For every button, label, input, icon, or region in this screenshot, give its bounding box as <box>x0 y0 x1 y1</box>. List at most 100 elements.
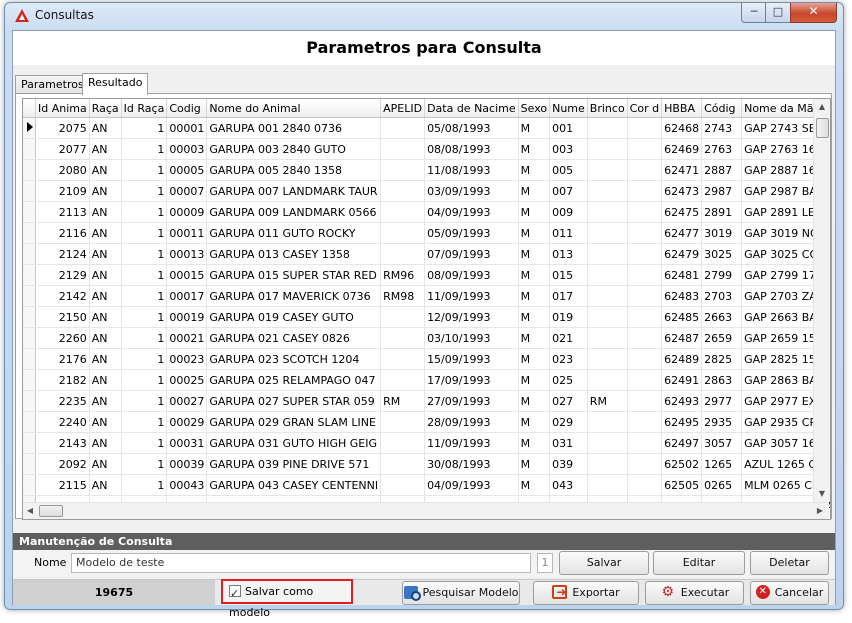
row-selector[interactable] <box>23 411 36 433</box>
column-header[interactable]: Id Raça <box>121 99 168 118</box>
minimize-button[interactable]: ─ <box>741 3 767 23</box>
column-header[interactable]: Cor d <box>627 99 663 118</box>
grid-cell[interactable]: 007 <box>549 180 588 202</box>
grid-cell[interactable]: AN <box>89 390 122 412</box>
grid-cell[interactable] <box>380 348 426 370</box>
grid-cell[interactable]: RM98 <box>380 285 426 307</box>
column-header[interactable]: Data de Nacime <box>424 99 519 118</box>
table-row[interactable]: 2077 AN 1 00003 GARUPA 003 2840 GUTO 08/08/19… <box>23 138 830 160</box>
grid-cell[interactable]: 019 <box>549 306 588 328</box>
table-row[interactable]: 2143 AN 1 00031 GARUPA 031 GUTO HIGH GEIG 11/… <box>23 432 830 454</box>
grid-cell[interactable]: AN <box>89 327 122 349</box>
grid-cell[interactable] <box>587 264 628 286</box>
table-row[interactable]: 2116 AN 1 00011 GARUPA 011 GUTO ROCKY 05/09/1… <box>23 222 830 244</box>
column-header[interactable]: APELID <box>380 99 426 118</box>
grid-cell[interactable]: 3025 <box>701 243 743 265</box>
grid-cell[interactable]: 1 <box>121 432 168 454</box>
row-selector[interactable] <box>23 201 36 223</box>
grid-cell[interactable]: GARUPA 027 SUPER STAR 059 <box>206 390 382 412</box>
grid-cell[interactable]: 00025 <box>166 369 208 391</box>
checkbox-checked-icon[interactable] <box>229 583 241 604</box>
grid-cell[interactable] <box>587 306 628 328</box>
grid-cell[interactable]: 00007 <box>166 180 208 202</box>
grid-cell[interactable]: 62483 <box>661 285 703 307</box>
grid-cell[interactable] <box>380 138 426 160</box>
grid-cell[interactable]: 025 <box>549 369 588 391</box>
grid-cell[interactable]: 2887 <box>701 159 743 181</box>
grid-cell[interactable]: 00011 <box>166 222 208 244</box>
row-selector[interactable] <box>23 117 36 139</box>
scroll-right-icon[interactable]: ▶ <box>813 503 827 519</box>
table-row[interactable]: 2109 AN 1 00007 GARUPA 007 LANDMARK TAUR 03/0… <box>23 180 830 202</box>
grid-cell[interactable]: M <box>518 285 551 307</box>
grid-cell[interactable]: M <box>518 411 551 433</box>
grid-cell[interactable]: 00021 <box>166 327 208 349</box>
grid-cell[interactable] <box>380 117 426 139</box>
row-selector[interactable] <box>23 432 36 454</box>
grid-cell[interactable]: 2987 <box>701 180 743 202</box>
grid-cell[interactable] <box>380 201 426 223</box>
grid-cell[interactable]: 2703 <box>701 285 743 307</box>
grid-cell[interactable]: 2150 <box>35 306 90 328</box>
grid-cell[interactable] <box>587 159 628 181</box>
grid-cell[interactable] <box>587 117 628 139</box>
grid-cell[interactable]: 3019 <box>701 222 743 244</box>
tab-parametros[interactable]: Parametros <box>15 75 90 94</box>
grid-cell[interactable]: 2077 <box>35 138 90 160</box>
table-row[interactable]: 2235 AN 1 00027 GARUPA 027 SUPER STAR 059 RM 2… <box>23 390 830 412</box>
grid-cell[interactable]: AN <box>89 201 122 223</box>
grid-cell[interactable]: 1 <box>121 285 168 307</box>
title-bar[interactable]: Consultas ─ □ ✕ <box>5 3 843 29</box>
grid-cell[interactable]: AN <box>89 432 122 454</box>
grid-cell[interactable] <box>380 453 426 475</box>
grid-cell[interactable]: 2260 <box>35 327 90 349</box>
grid-cell[interactable]: 2182 <box>35 369 90 391</box>
grid-cell[interactable]: 08/09/1993 <box>424 264 519 286</box>
grid-cell[interactable]: GARUPA 001 2840 0736 <box>206 117 382 139</box>
grid-cell[interactable] <box>587 222 628 244</box>
editar-button[interactable]: Editar <box>653 551 745 575</box>
nome-input[interactable]: Modelo de teste <box>71 553 531 573</box>
grid-cell[interactable] <box>587 243 628 265</box>
column-header[interactable]: HBBA <box>661 99 703 118</box>
grid-cell[interactable]: GARUPA 029 GRAN SLAM LINE <box>206 411 382 433</box>
grid-cell[interactable]: AN <box>89 306 122 328</box>
grid-cell[interactable]: 62505 <box>661 474 703 496</box>
grid-cell[interactable]: AN <box>89 474 122 496</box>
grid-cell[interactable]: 021 <box>549 327 588 349</box>
grid-cell[interactable]: M <box>518 369 551 391</box>
grid-cell[interactable]: 2143 <box>35 432 90 454</box>
table-row[interactable]: 2176 AN 1 00023 GARUPA 023 SCOTCH 1204 15/09/… <box>23 348 830 370</box>
grid-cell[interactable]: M <box>518 327 551 349</box>
grid-cell[interactable]: RM <box>380 390 426 412</box>
grid-cell[interactable]: 005 <box>549 159 588 181</box>
grid-cell[interactable]: GARUPA 023 SCOTCH 1204 <box>206 348 382 370</box>
grid-cell[interactable] <box>587 369 628 391</box>
grid-cell[interactable]: 12/09/1993 <box>424 306 519 328</box>
row-selector[interactable] <box>23 306 36 328</box>
grid-cell[interactable]: 2743 <box>701 117 743 139</box>
grid-cell[interactable]: GARUPA 005 2840 1358 <box>206 159 382 181</box>
grid-cell[interactable]: M <box>518 453 551 475</box>
scroll-left-icon[interactable]: ◀ <box>23 503 37 519</box>
table-row[interactable]: 2092 AN 1 00039 GARUPA 039 PINE DRIVE 571 30/… <box>23 453 830 475</box>
grid-cell[interactable] <box>380 180 426 202</box>
grid-cell[interactable]: GARUPA 007 LANDMARK TAUR <box>206 180 382 202</box>
grid-cell[interactable]: 2092 <box>35 453 90 475</box>
grid-cell[interactable]: 00013 <box>166 243 208 265</box>
grid-cell[interactable]: 2663 <box>701 306 743 328</box>
horizontal-scroll-thumb[interactable] <box>39 505 63 517</box>
grid-cell[interactable]: 00029 <box>166 411 208 433</box>
column-header[interactable]: Nome do Animal <box>206 99 382 118</box>
grid-cell[interactable]: AN <box>89 138 122 160</box>
grid-cell[interactable]: 2659 <box>701 327 743 349</box>
grid-cell[interactable]: M <box>518 306 551 328</box>
grid-cell[interactable]: 2799 <box>701 264 743 286</box>
column-header[interactable]: Brinco <box>587 99 628 118</box>
grid-cell[interactable] <box>627 264 663 286</box>
grid-cell[interactable]: 08/08/1993 <box>424 138 519 160</box>
grid-cell[interactable]: 00019 <box>166 306 208 328</box>
salvar-button[interactable]: Salvar <box>559 551 649 575</box>
grid-cell[interactable]: M <box>518 222 551 244</box>
grid-cell[interactable]: 62471 <box>661 159 703 181</box>
